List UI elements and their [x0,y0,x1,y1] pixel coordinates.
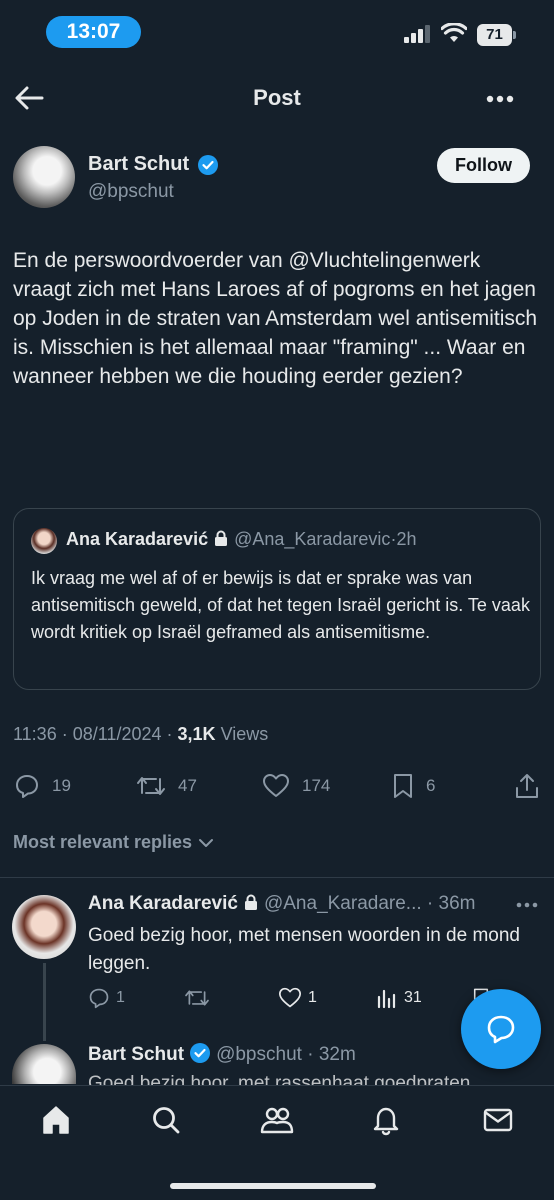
reply-text: Goed bezig hoor, met mensen woorden in d… [88,925,520,974]
chat-bubble-plus-icon [487,1015,515,1044]
envelope-icon [483,1108,513,1132]
reply-more-button[interactable] [516,902,538,908]
author-name[interactable]: Bart Schut [88,153,189,176]
reply-icon [16,775,38,798]
more-options-button[interactable] [486,95,514,103]
quote-author-name: Ana Karadarević [66,529,209,549]
share-button[interactable] [514,770,540,802]
repost-button[interactable]: 47 [136,770,197,802]
search-icon [153,1107,180,1134]
reply-button[interactable]: 19 [14,770,71,802]
reply-text: Goed bezig hoor, met rassenhaat goedprat… [88,1073,471,1085]
reply-icon [89,988,109,1009]
heart-icon [263,774,289,797]
reply-like-button[interactable]: 1 [278,986,317,1010]
battery-icon: 71 [477,24,517,46]
reply-author-name[interactable]: Bart Schut [88,1044,184,1065]
nav-home[interactable] [40,1104,72,1136]
communities-icon [260,1107,294,1134]
nav-communities[interactable] [260,1104,294,1136]
reply-views-count: 31 [404,989,422,1006]
lock-icon [244,894,257,910]
reply-avatar[interactable] [12,1044,76,1084]
reply-views-button[interactable]: 31 [376,986,422,1010]
bookmark-count: 6 [426,776,436,795]
replies-sort-label: Most relevant replies [13,832,193,852]
post-date: 08/11/2024 [72,724,162,744]
post-text: En de perswoordvoerder van @Vluchtelinge… [13,249,538,388]
bookmark-icon [394,774,412,798]
more-horizontal-icon [516,902,538,908]
reply-author-handle[interactable]: @bpschut [216,1044,302,1065]
quote-time: 2h [396,529,417,549]
page-title: Post [253,85,301,110]
quoted-post[interactable]: Ana Karadarević @Ana_Karadarevic·2h Ik vr… [13,508,541,690]
cellular-signal-icon [404,25,432,43]
verified-badge-icon [190,1043,211,1063]
reply-repost-button[interactable] [184,986,210,1010]
like-count: 174 [302,776,331,795]
quote-header: Ana Karadarević @Ana_Karadarevic·2h [66,529,416,550]
reply-count: 19 [52,776,71,795]
repost-icon [185,990,209,1006]
author-avatar[interactable] [13,146,75,208]
home-indicator[interactable] [170,1183,376,1189]
battery-level: 71 [477,24,512,46]
reply-like-count: 1 [308,989,317,1006]
reply-header: Bart Schut @bpschut · 32m [88,1043,356,1065]
chevron-down-icon [199,839,214,847]
repost-icon [137,777,165,795]
quote-author-avatar [31,528,57,554]
follow-button[interactable]: Follow [437,148,530,183]
reply-time: 36m [438,893,476,914]
lock-icon [215,530,228,546]
heart-icon [278,987,301,1008]
post-time: 11:36 [13,724,57,744]
reply-author-name[interactable]: Ana Karadarević [88,893,238,914]
nav-messages[interactable] [482,1104,514,1136]
status-bar: 13:07 71 [0,0,554,62]
more-horizontal-icon [486,95,514,103]
views-label: Views [220,724,269,744]
status-time: 13:07 [46,16,141,48]
replies-sort-dropdown[interactable]: Most relevant replies [13,832,214,853]
divider [0,877,554,878]
reply-time: 32m [318,1044,356,1065]
verified-badge-icon [198,155,218,175]
post-meta: 11:36 · 08/11/2024 · 3,1K Views [13,724,269,744]
reply-reply-count: 1 [116,989,125,1006]
analytics-icon [377,989,396,1009]
nav-search[interactable] [150,1104,182,1136]
bookmark-button[interactable]: 6 [392,770,435,802]
quote-author-handle: @Ana_Karadarevic [234,529,391,549]
share-icon [516,774,538,798]
thread-line [43,963,46,1041]
author-handle[interactable]: @bpschut [88,181,174,203]
views-count: 3,1K [177,724,216,744]
repost-count: 47 [178,776,197,795]
bell-icon [373,1107,399,1136]
reply-reply-button[interactable]: 1 [88,986,125,1010]
compose-reply-button[interactable] [461,989,541,1069]
like-button[interactable]: 174 [262,770,330,802]
reply-avatar[interactable] [12,895,76,959]
reply-author-handle[interactable]: @Ana_Karadare... [264,893,422,914]
top-header: Post [0,70,554,126]
wifi-icon [441,23,467,43]
quote-text: Ik vraag me wel af of er bewijs is dat e… [31,568,530,642]
home-icon [43,1106,69,1134]
nav-notifications[interactable] [370,1104,402,1136]
reply-header: Ana Karadarević @Ana_Karadare... · 36m [88,893,476,914]
reply-action-bar: 1 1 31 [88,986,528,1010]
post-action-bar: 19 47 174 6 [0,770,554,802]
